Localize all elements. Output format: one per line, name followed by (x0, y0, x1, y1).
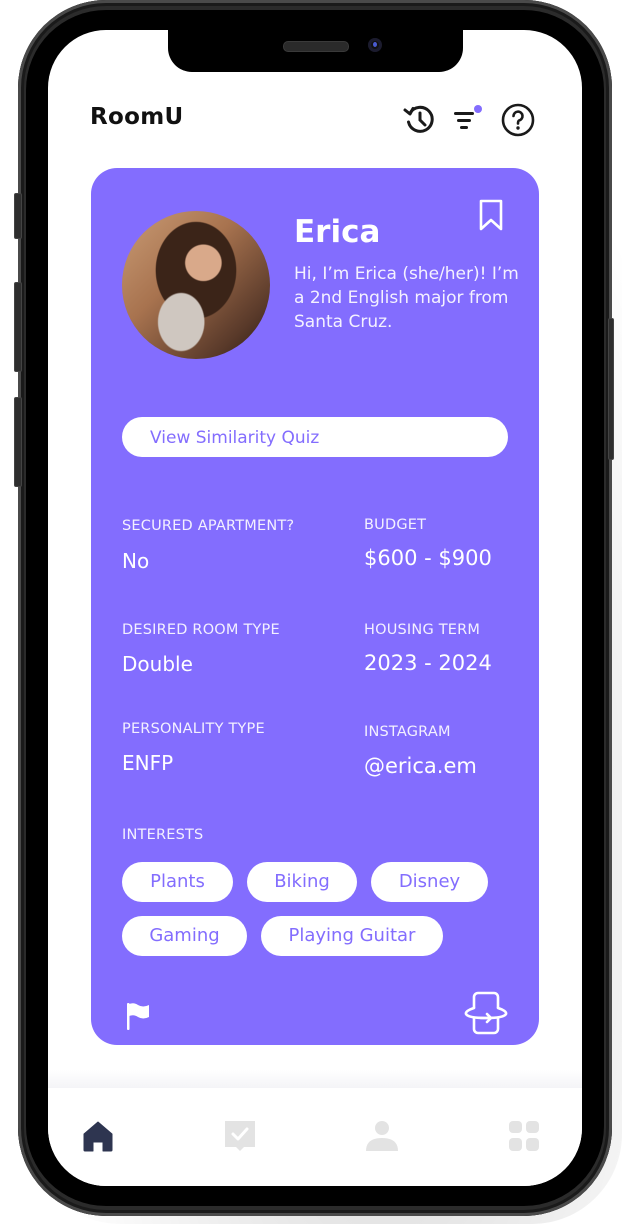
room-type-label: DESIRED ROOM TYPE (122, 622, 280, 638)
profile-bio: Hi, I’m Erica (she/her)! I’m a 2nd Engli… (294, 264, 519, 332)
flip-card-icon[interactable] (463, 990, 509, 1036)
budget-label: BUDGET (364, 517, 427, 533)
secured-apartment-label: SECURED APARTMENT? (122, 518, 295, 534)
tab-more-icon[interactable] (506, 1118, 542, 1154)
volume-up-button (14, 282, 22, 372)
interest-chip: Plants (122, 862, 233, 902)
instagram-label: INSTAGRAM (364, 724, 451, 740)
interests-label: INTERESTS (122, 827, 204, 843)
housing-term-label: HOUSING TERM (364, 622, 481, 638)
tabbar-divider (48, 1070, 582, 1088)
profile-name: Erica (294, 214, 381, 250)
notch (168, 30, 463, 72)
filter-icon[interactable] (450, 102, 486, 138)
help-icon[interactable] (500, 102, 536, 138)
bookmark-icon[interactable] (477, 198, 505, 232)
personality-label: PERSONALITY TYPE (122, 721, 265, 737)
filter-badge (474, 105, 482, 113)
view-similarity-quiz-button[interactable]: View Similarity Quiz (122, 417, 508, 457)
avatar (122, 211, 270, 359)
personality-value: ENFP (122, 751, 174, 775)
camera (368, 38, 382, 52)
history-icon[interactable] (402, 102, 438, 138)
screen: RoomU Erica Hi, I’m Erica (she/her)! I’m… (48, 30, 582, 1186)
power-button (608, 318, 614, 460)
volume-down-button (14, 397, 22, 487)
app-logo: RoomU (90, 104, 184, 130)
housing-term-value: 2023 - 2024 (364, 651, 492, 675)
tab-home-icon[interactable] (80, 1118, 116, 1154)
secured-apartment-value: No (122, 549, 150, 573)
interest-chip: Disney (371, 862, 488, 902)
interest-chip: Gaming (122, 916, 247, 956)
report-flag-icon[interactable] (125, 1000, 151, 1032)
bottom-tab-bar (48, 1088, 582, 1186)
speaker (283, 41, 349, 52)
profile-card[interactable]: Erica Hi, I’m Erica (she/her)! I’m a 2nd… (91, 168, 539, 1045)
mute-switch (14, 193, 22, 239)
app-header: RoomU (48, 102, 582, 142)
tab-matches-icon[interactable] (222, 1118, 258, 1154)
room-type-value: Double (122, 652, 193, 676)
budget-value: $600 - $900 (364, 546, 492, 570)
interest-chip: Biking (247, 862, 357, 902)
tab-profile-icon[interactable] (364, 1118, 400, 1154)
instagram-value[interactable]: @erica.em (364, 754, 477, 778)
interest-chip: Playing Guitar (261, 916, 443, 956)
